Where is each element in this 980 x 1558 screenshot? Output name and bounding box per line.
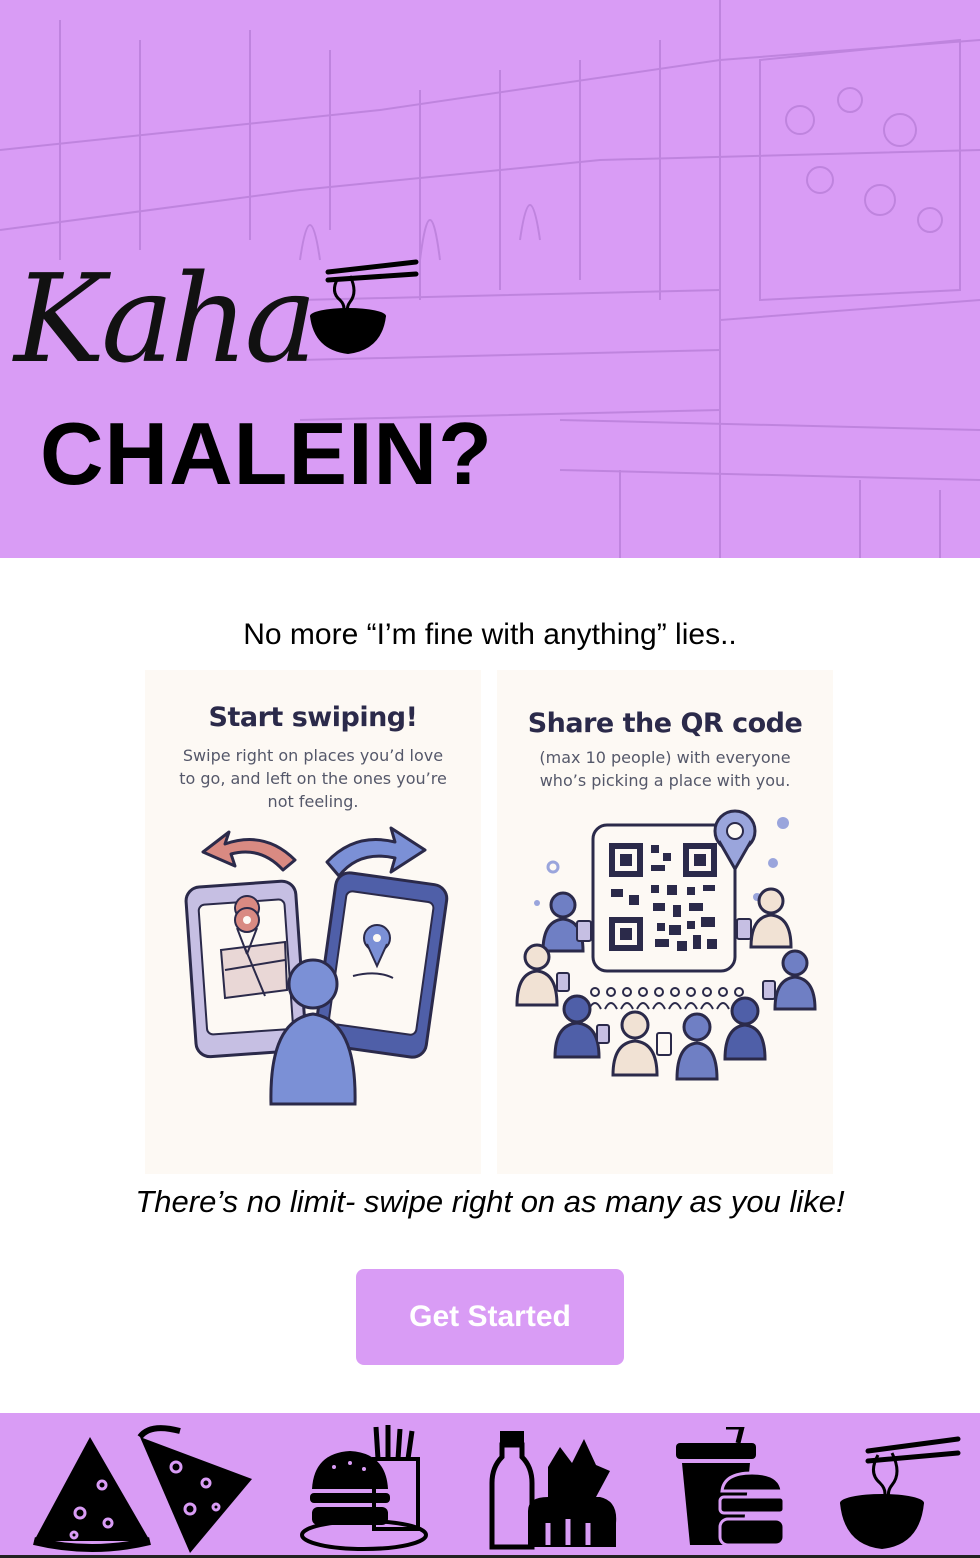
- noodle-bowl-icon: [840, 1436, 961, 1549]
- swipe-right-arrow-icon: [325, 826, 427, 878]
- person-icon: [773, 949, 817, 1011]
- hero-banner: Kaha CHALEIN?: [0, 0, 980, 558]
- footer-food-banner: [0, 1413, 980, 1558]
- drink-burger-icon: [676, 1427, 786, 1547]
- tagline: No more “I’m fine with anything” lies..: [243, 618, 737, 651]
- card-title: Start swiping!: [208, 702, 418, 733]
- swipe-illustration: [184, 826, 449, 1106]
- get-started-button[interactable]: Get Started: [356, 1269, 624, 1365]
- pizza-icon: [33, 1425, 252, 1553]
- card-description: (max 10 people) with everyone who’s pick…: [539, 748, 791, 790]
- logo-main-text: CHALEIN?: [40, 404, 493, 503]
- people-row-icon: [588, 987, 746, 1010]
- logo-script-text: Kaha: [14, 248, 317, 390]
- person-icon: [611, 1010, 659, 1077]
- card-title: Share the QR code: [527, 708, 803, 739]
- card-start-swiping: Start swiping! Swipe right on places you…: [145, 670, 481, 1174]
- card-share-qr: Share the QR code (max 10 people) with e…: [497, 670, 833, 1174]
- burger-fries-icon: [300, 1425, 428, 1551]
- swipe-limit-note: There’s no limit- swipe right on as many…: [135, 1184, 845, 1219]
- card-description: Swipe right on places you’d love to go, …: [179, 746, 447, 811]
- person-icon: [723, 996, 767, 1061]
- person-icon: [675, 1012, 719, 1081]
- groceries-icon: [489, 1431, 617, 1550]
- person-icon: [515, 943, 559, 1007]
- swipe-left-arrow-icon: [201, 830, 297, 872]
- noodle-bowl-icon: [310, 259, 419, 354]
- qr-share-illustration: [515, 809, 817, 1081]
